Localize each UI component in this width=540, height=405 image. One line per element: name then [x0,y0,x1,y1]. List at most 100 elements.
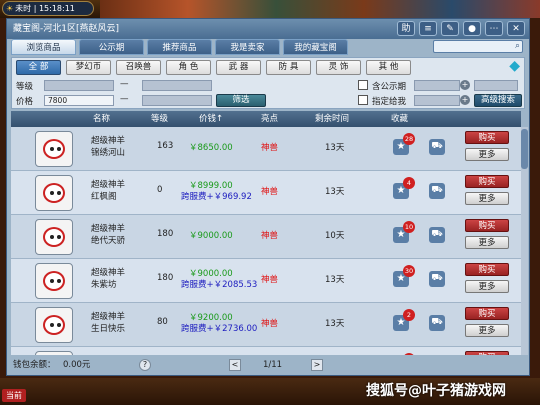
server-field[interactable] [414,95,460,106]
favorite-count: 2 [403,309,415,321]
header-remaining[interactable]: 剩余时间 [315,111,349,127]
chat-channel-button[interactable]: 当前 [2,389,26,402]
advanced-search-button[interactable]: 高级搜索 [474,94,522,107]
prev-page-button[interactable]: < [229,359,241,371]
item-level: 180 [157,229,174,239]
category-pet[interactable]: 召唤兽 [116,60,161,75]
pet-avatar[interactable] [35,263,73,299]
pet-avatar[interactable] [35,307,73,343]
category-coin[interactable]: 梦幻币 [66,60,111,75]
price-dash: — [120,94,129,104]
cart-icon[interactable]: ⛟ [429,227,445,243]
favorite-count: 28 [403,133,415,145]
public-checkbox[interactable] [358,80,368,90]
search-icon[interactable]: ⌕ [515,41,520,51]
category-weapon[interactable]: 武 器 [216,60,261,75]
window-titlebar: 藏宝阁-河北1区[燕赵风云] 助 ≡ ✎ ● ⋯ ✕ [7,19,529,39]
pet-avatar[interactable] [35,131,73,167]
favorite-count: 30 [403,265,415,277]
level-dash: — [120,79,129,89]
item-highlight: 神兽 [261,275,279,285]
buy-button[interactable]: 购买 [465,351,509,355]
item-highlight: 神兽 [261,143,279,153]
item-level: 180 [157,273,174,283]
category-armor[interactable]: 防 具 [266,60,311,75]
item-price: ￥9000.00 [189,231,233,241]
pet-avatar[interactable] [35,219,73,255]
header-price[interactable]: 价钱↑ [199,111,223,127]
game-clock: ☀ 未时 | 15:18:11 [2,1,94,16]
wallet-value: 0.00元 [63,360,91,370]
buy-button[interactable]: 购买 [465,307,509,320]
public-field[interactable] [414,80,460,91]
buy-button[interactable]: 购买 [465,131,509,144]
tab-my[interactable]: 我的藏宝阁 [283,39,348,55]
scrollbar[interactable] [521,127,528,355]
cart-icon[interactable]: ⛟ [429,315,445,331]
buy-button[interactable]: 购买 [465,175,509,188]
search-input[interactable]: ⌕ [433,40,523,53]
next-page-button[interactable]: > [311,359,323,371]
public-extra-field[interactable] [474,80,518,91]
pet-avatar[interactable] [35,175,73,211]
clock-label: 未时 [15,4,32,13]
more-button[interactable]: 更多 [465,148,509,161]
more-button[interactable]: 更多 [465,280,509,293]
category-other[interactable]: 其 他 [366,60,411,75]
price-min-field[interactable]: 7800 [44,95,114,106]
server-checkbox[interactable] [358,95,368,105]
public-plus-icon[interactable]: + [460,80,470,90]
help-icon[interactable]: 助 [397,21,415,36]
chat-icon[interactable]: ⋯ [485,21,503,36]
cross-server-fee: 跨服费+￥969.92 [181,192,252,202]
cart-icon[interactable]: ⛟ [429,139,445,155]
category-all[interactable]: 全 部 [16,60,61,75]
cangbaoge-window: 藏宝阁-河北1区[燕赵风云] 助 ≡ ✎ ● ⋯ ✕ 浏览商品 公示期 推荐商品… [6,18,530,376]
game-scene-strip [100,0,540,18]
help-button[interactable]: ? [139,359,151,371]
tab-recommend[interactable]: 推荐商品 [147,39,212,55]
cross-server-fee: 跨服费+￥2085.53 [181,280,258,290]
header-favorite[interactable]: 收藏 [391,111,408,127]
buy-button[interactable]: 购买 [465,219,509,232]
close-icon[interactable]: ✕ [507,21,525,36]
remaining-time: 13天 [325,275,345,285]
buy-button[interactable]: 购买 [465,263,509,276]
header-highlight[interactable]: 亮点 [261,111,278,127]
pet-avatar[interactable] [35,351,73,355]
category-accessory[interactable]: 灵 饰 [316,60,361,75]
level-max-field[interactable] [142,80,212,91]
item-name: 超级神羊 [91,224,126,234]
cart-icon[interactable]: ⛟ [429,183,445,199]
scrollbar-thumb[interactable] [521,129,528,169]
filter-button[interactable]: 筛选 [216,94,266,107]
listing-row: 超级神羊 红枫阁 0 ￥8999.00 跨服费+￥969.92 神兽 13天 ★ 4 ⛟ 购买 更多 [11,171,521,215]
price-max-field[interactable] [142,95,212,106]
edit-icon[interactable]: ✎ [441,21,459,36]
favorite-count: 7 [403,353,415,355]
header-level[interactable]: 等级 [151,111,168,127]
level-min-field[interactable] [44,80,114,91]
wallet-label: 钱包余额： [13,360,56,370]
sheep-icon [43,271,65,291]
item-highlight: 神兽 [261,187,279,197]
listing-table: 超级神羊 锦绣河山 163 ￥8650.00 神兽 13天 ★ 28 ⛟ 购买 更多 超级神羊 红枫阁 0… [11,127,521,355]
filter-panel: 全 部 梦幻币 召唤兽 角 色 武 器 防 具 灵 饰 其 他 ◆ 等级 — 价… [11,57,525,109]
cart-icon[interactable]: ⛟ [429,271,445,287]
remaining-time: 13天 [325,187,345,197]
remaining-time: 10天 [325,231,345,241]
record-icon[interactable]: ● [463,21,481,36]
listing-row: 超级神羊 生日快乐 80 ￥9200.00 跨服费+￥2736.00 神兽 13天 ★ 2 ⛟ 购买… [11,303,521,347]
watermark: 搜狐号@叶子猪游戏网 [366,383,506,399]
server-name: 锦绣河山 [91,148,126,158]
more-button[interactable]: 更多 [465,192,509,205]
header-name[interactable]: 名称 [93,111,110,127]
more-button[interactable]: 更多 [465,236,509,249]
server-plus-icon[interactable]: + [460,95,470,105]
tab-browse[interactable]: 浏览商品 [11,39,76,55]
tab-seller[interactable]: 我是卖家 [215,39,280,55]
category-role[interactable]: 角 色 [166,60,211,75]
more-button[interactable]: 更多 [465,324,509,337]
menu-icon[interactable]: ≡ [419,21,437,36]
tab-public[interactable]: 公示期 [79,39,144,55]
